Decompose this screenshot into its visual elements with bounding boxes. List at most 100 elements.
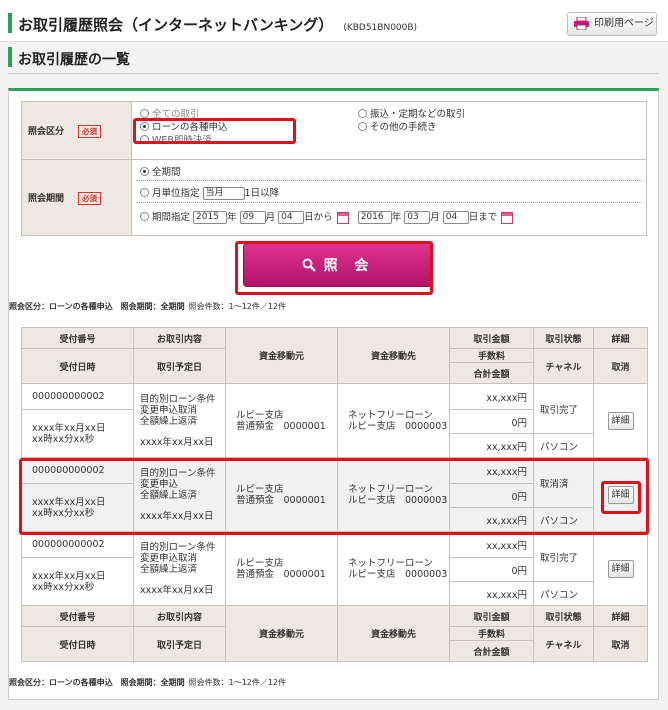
detail-button[interactable]: 詳細 xyxy=(607,559,634,578)
period-monthly[interactable]: 月単位指定 当月 1日以降 xyxy=(136,180,642,202)
datetime-cell: xxxx年xx月xx日 xx時xx分xx秒 xyxy=(21,409,134,458)
content-line: 全額繰上返済 xyxy=(140,415,198,427)
content-line: 変更申込取消 xyxy=(140,404,198,416)
search-form: 照会区分 必須 全ての取引 ローンの各種申込 WEB即時決済 振込・定期などの取引… xyxy=(21,101,647,236)
col-amount: 取引金額 xyxy=(449,327,534,349)
col-total: 合計金額 xyxy=(449,640,534,662)
radio-icon xyxy=(358,109,367,118)
period-header: 照会期間 必須 xyxy=(21,159,132,236)
period-range[interactable]: 期間指定 2015 年 09 月 04 日から 2016 年 03 月 04 日まで xyxy=(136,202,642,234)
col-channel: チャネル xyxy=(533,626,594,662)
datetime-line: xxxx年xx月xx日 xyxy=(32,422,106,434)
channel: パソコン xyxy=(533,433,594,458)
dest-cell: ネットフリーローン ルビー支店 0000003 xyxy=(337,531,450,606)
summary-count: 照会件数：1～12件／12件 xyxy=(188,678,287,687)
col-receipt-no: 受付番号 xyxy=(21,605,134,627)
to-year-select[interactable]: 2016 xyxy=(357,211,392,224)
monthly-label: 月単位指定 xyxy=(152,188,200,199)
fee: 0円 xyxy=(449,557,534,582)
col-cancel: 取消 xyxy=(593,348,648,384)
month-select[interactable]: 当月 xyxy=(202,187,245,200)
source-cell: ルビー支店 普通預金 0000001 xyxy=(225,383,338,458)
radio-icon xyxy=(140,212,149,221)
col-amount: 取引金額 xyxy=(449,605,534,627)
content-cell: 目的別ローン条件 変更申込取消 全額繰上返済 xxxx年xx月xx日 xyxy=(133,383,226,458)
from-month-select[interactable]: 09 xyxy=(239,211,266,224)
section-title: お取引履歴の一覧 xyxy=(18,52,130,68)
range-label: 期間指定 xyxy=(152,212,191,223)
col-total: 合計金額 xyxy=(449,362,534,384)
category-header: 照会区分 必須 xyxy=(21,101,132,160)
col-channel: チャネル xyxy=(533,348,594,384)
col-dest: 資金移動先 xyxy=(337,605,450,662)
col-status: 取引状態 xyxy=(533,605,594,627)
scheduled-date: xxxx年xx月xx日 xyxy=(140,436,214,448)
dest-line: ネットフリーローン xyxy=(348,409,434,421)
col-scheduled: 取引予定日 xyxy=(133,626,226,662)
status: 取引完了 xyxy=(533,383,594,434)
footer-header-row: 受付番号 お取引内容 資金移動元 資金移動先 取引金額 取引状態 詳細 xyxy=(21,605,648,662)
content-line: 変更申込取消 xyxy=(140,552,198,564)
source-cell: ルビー支店 普通預金 0000001 xyxy=(225,531,338,606)
col-cancel: 取消 xyxy=(593,626,648,662)
col-content: お取引内容 xyxy=(133,605,226,627)
calendar-icon[interactable] xyxy=(336,211,349,224)
period-label: 照会期間 xyxy=(28,193,65,204)
month-unit: 月 xyxy=(265,212,276,223)
col-detail: 詳細 xyxy=(593,605,648,627)
col-receipt-time: 受付日時 xyxy=(21,348,134,384)
col-status: 取引状態 xyxy=(533,327,594,349)
datetime-line: xx時xx分xx秒 xyxy=(32,581,95,593)
col-detail: 詳細 xyxy=(593,327,648,349)
calendar-icon[interactable] xyxy=(501,211,514,224)
highlight-detail-button xyxy=(601,481,641,514)
summary-top: 照会区分：ローンの各種申込 照会期間：全期間 照会件数：1～12件／12件 xyxy=(9,301,286,312)
year-unit: 年 xyxy=(227,212,237,223)
source-line: 普通預金 0000001 xyxy=(236,420,326,432)
option-transfer[interactable]: 振込・定期などの取引 xyxy=(358,106,465,120)
col-receipt-no: 受付番号 xyxy=(21,327,134,349)
main-panel: 照会区分 必須 全ての取引 ローンの各種申込 WEB即時決済 振込・定期などの取引… xyxy=(8,88,659,700)
print-page-button[interactable]: 印刷用ページ xyxy=(567,12,657,36)
option-other[interactable]: その他の手続き xyxy=(358,119,437,133)
radio-icon xyxy=(358,122,367,131)
period-all[interactable]: 全期間 xyxy=(136,160,642,180)
period-all-label: 全期間 xyxy=(152,167,181,178)
page-title: お取引履歴照会（インターネットバンキング） (KBD51BN000B) xyxy=(18,14,417,35)
detail-button[interactable]: 詳細 xyxy=(607,411,634,430)
content-line: 目的別ローン条件 xyxy=(140,393,216,405)
radio-icon xyxy=(140,109,149,118)
summary-count: 照会件数：1～12件／12件 xyxy=(188,302,287,311)
col-dest: 資金移動先 xyxy=(337,327,450,384)
col-source: 資金移動元 xyxy=(225,605,338,662)
datetime-cell: xxxx年xx月xx日 xx時xx分xx秒 xyxy=(21,557,134,606)
from-day-select[interactable]: 04 xyxy=(278,211,305,224)
month-unit: 月 xyxy=(430,212,440,223)
title-accent xyxy=(8,13,12,33)
radio-icon xyxy=(140,188,149,197)
amount: xx,xxx円 xyxy=(449,531,534,558)
from-year-select[interactable]: 2015 xyxy=(193,211,228,224)
total: xx,xxx円 xyxy=(449,433,534,458)
col-source: 資金移動元 xyxy=(225,327,338,384)
fee: 0円 xyxy=(449,409,534,434)
radio-checked-icon xyxy=(140,167,149,176)
status: 取引完了 xyxy=(533,531,594,582)
receipt-no: 000000000002 xyxy=(21,531,134,558)
screen-code: (KBD51BN000B) xyxy=(343,23,418,33)
required-badge: 必須 xyxy=(78,191,102,205)
required-badge: 必須 xyxy=(78,124,102,138)
to-day-select[interactable]: 04 xyxy=(442,211,469,224)
total: xx,xxx円 xyxy=(449,581,534,606)
period-options: 全期間 月単位指定 当月 1日以降 期間指定 2015 年 09 月 04 日から 20… xyxy=(131,159,647,236)
receipt-no: 000000000002 xyxy=(21,383,134,410)
datetime-line: xx時xx分xx秒 xyxy=(32,433,95,445)
to-month-select[interactable]: 03 xyxy=(404,211,431,224)
scheduled-date: xxxx年xx月xx日 xyxy=(140,584,214,596)
summary-bottom: 照会区分：ローンの各種申込 照会期間：全期間 照会件数：1～12件／12件 xyxy=(9,677,286,688)
highlight-cancelled-row xyxy=(19,458,649,535)
source-line: 普通預金 0000001 xyxy=(236,568,326,580)
dest-line: ネットフリーローン xyxy=(348,557,434,569)
col-content: お取引内容 xyxy=(133,327,226,349)
printer-icon xyxy=(574,17,589,30)
